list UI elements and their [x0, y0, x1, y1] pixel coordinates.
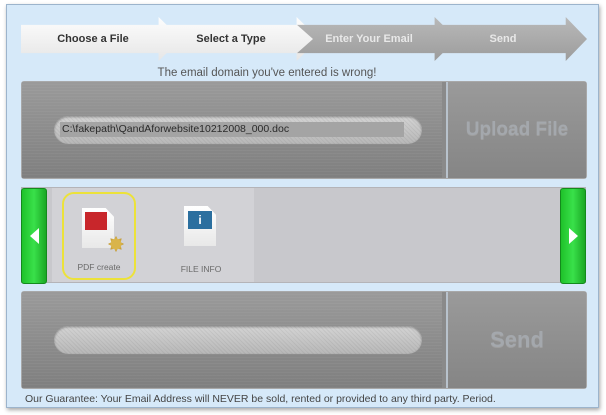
step-enter-email[interactable]: Enter Your Email: [297, 17, 457, 61]
info-mark: i: [188, 211, 212, 229]
email-input[interactable]: [54, 326, 422, 354]
type-tile-pdf-create[interactable]: PDF create: [62, 192, 136, 280]
guarantee-text: Our Guarantee: Your Email Address will N…: [25, 393, 496, 405]
arrow-left-icon: [29, 228, 39, 244]
send-panel-body: [22, 292, 442, 388]
info-icon: i: [184, 206, 216, 246]
arrow-right-icon: [568, 228, 578, 244]
scroll-left-button[interactable]: [21, 188, 47, 284]
pdf-mark: [85, 212, 107, 230]
pdf-icon: [82, 208, 114, 248]
upload-panel: C:\fakepath\QandAforwebsite10212008_000.…: [21, 81, 587, 179]
type-tile-file-info[interactable]: i FILE INFO: [164, 192, 238, 280]
type-tiles: PDF create i FILE INFO: [52, 188, 254, 282]
type-selector: PDF create i FILE INFO: [21, 187, 586, 284]
type-label-file-info: FILE INFO: [180, 264, 222, 274]
file-path-field[interactable]: C:\fakepath\QandAforwebsite10212008_000.…: [54, 116, 422, 144]
upload-file-button[interactable]: Upload File: [446, 82, 586, 178]
error-message: The email domain you've entered is wrong…: [157, 67, 377, 79]
step-progress-bar: Choose a File Select a Type Enter Your E…: [21, 17, 587, 61]
type-label-pdf-create: PDF create: [77, 262, 121, 272]
step-select-type[interactable]: Select a Type: [159, 17, 319, 61]
file-path-value: C:\fakepath\QandAforwebsite10212008_000.…: [60, 122, 404, 137]
upload-panel-body: C:\fakepath\QandAforwebsite10212008_000.…: [22, 82, 442, 178]
step-send[interactable]: Send: [435, 17, 587, 61]
scroll-right-button[interactable]: [560, 188, 586, 284]
step-choose-file[interactable]: Choose a File: [21, 17, 181, 61]
send-button[interactable]: Send: [446, 292, 586, 388]
send-panel: Send: [21, 291, 587, 389]
app-frame: Choose a File Select a Type Enter Your E…: [6, 4, 599, 408]
